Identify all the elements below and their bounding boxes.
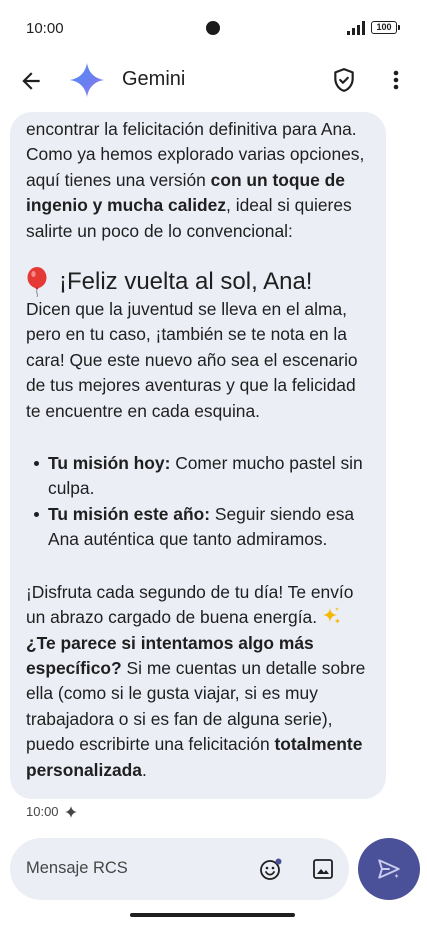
gemini-sparkle-icon	[69, 62, 105, 98]
message-closing: ¡Disfruta cada segundo de tu día! Te env…	[26, 580, 372, 783]
gemini-star-icon	[64, 805, 77, 818]
question-end: .	[141, 759, 147, 780]
verified-shield-icon[interactable]	[331, 67, 357, 93]
message-composer[interactable]: Mensaje RCS	[10, 838, 349, 900]
more-vert-icon[interactable]	[386, 67, 406, 93]
gallery-icon[interactable]	[311, 857, 335, 881]
battery-icon: 100	[371, 21, 400, 34]
sparkles-icon	[322, 607, 341, 625]
battery-level: 100	[376, 22, 392, 32]
bullet-dot	[34, 511, 39, 517]
title-text: ¡Feliz vuelta al sol, Ana!	[59, 268, 313, 296]
back-arrow-icon[interactable]	[18, 68, 44, 94]
message-intro: encontrar la felicitación definitiva par…	[26, 117, 372, 244]
bullet-dot	[34, 461, 39, 467]
app-bar: Gemini	[0, 56, 427, 104]
balloon-icon	[27, 267, 47, 298]
message-title: ¡Feliz vuelta al sol, Ana!	[26, 267, 372, 298]
bullet-bold: Tu misión este año:	[48, 503, 211, 524]
closing-text: ¡Disfruta cada segundo de tu día! Te env…	[26, 581, 354, 628]
status-bar: 10:00 100	[0, 0, 427, 56]
message-input[interactable]: Mensaje RCS	[26, 859, 128, 878]
bullet-bold: Tu misión hoy:	[48, 453, 171, 474]
message-bubble: encontrar la felicitación definitiva par…	[10, 112, 386, 799]
camera-cutout	[206, 21, 220, 35]
send-icon	[378, 859, 400, 879]
app-title: Gemini	[122, 68, 186, 90]
message-time: 10:00	[26, 804, 59, 819]
message-paragraph: Dicen que la juventud se lleva en el alm…	[26, 299, 358, 421]
status-time: 10:00	[26, 20, 64, 37]
list-item: Tu misión este año: Seguir siendo esa An…	[26, 502, 372, 553]
signal-icon	[347, 21, 365, 35]
emoji-icon[interactable]	[259, 857, 283, 881]
mission-list: Tu misión hoy: Comer mucho pastel sin cu…	[26, 451, 372, 553]
send-button[interactable]	[358, 838, 420, 900]
home-indicator[interactable]	[130, 913, 295, 917]
list-item: Tu misión hoy: Comer mucho pastel sin cu…	[26, 451, 372, 502]
message-timestamp: 10:00	[26, 804, 77, 819]
chat-area[interactable]: encontrar la felicitación definitiva par…	[0, 112, 427, 830]
